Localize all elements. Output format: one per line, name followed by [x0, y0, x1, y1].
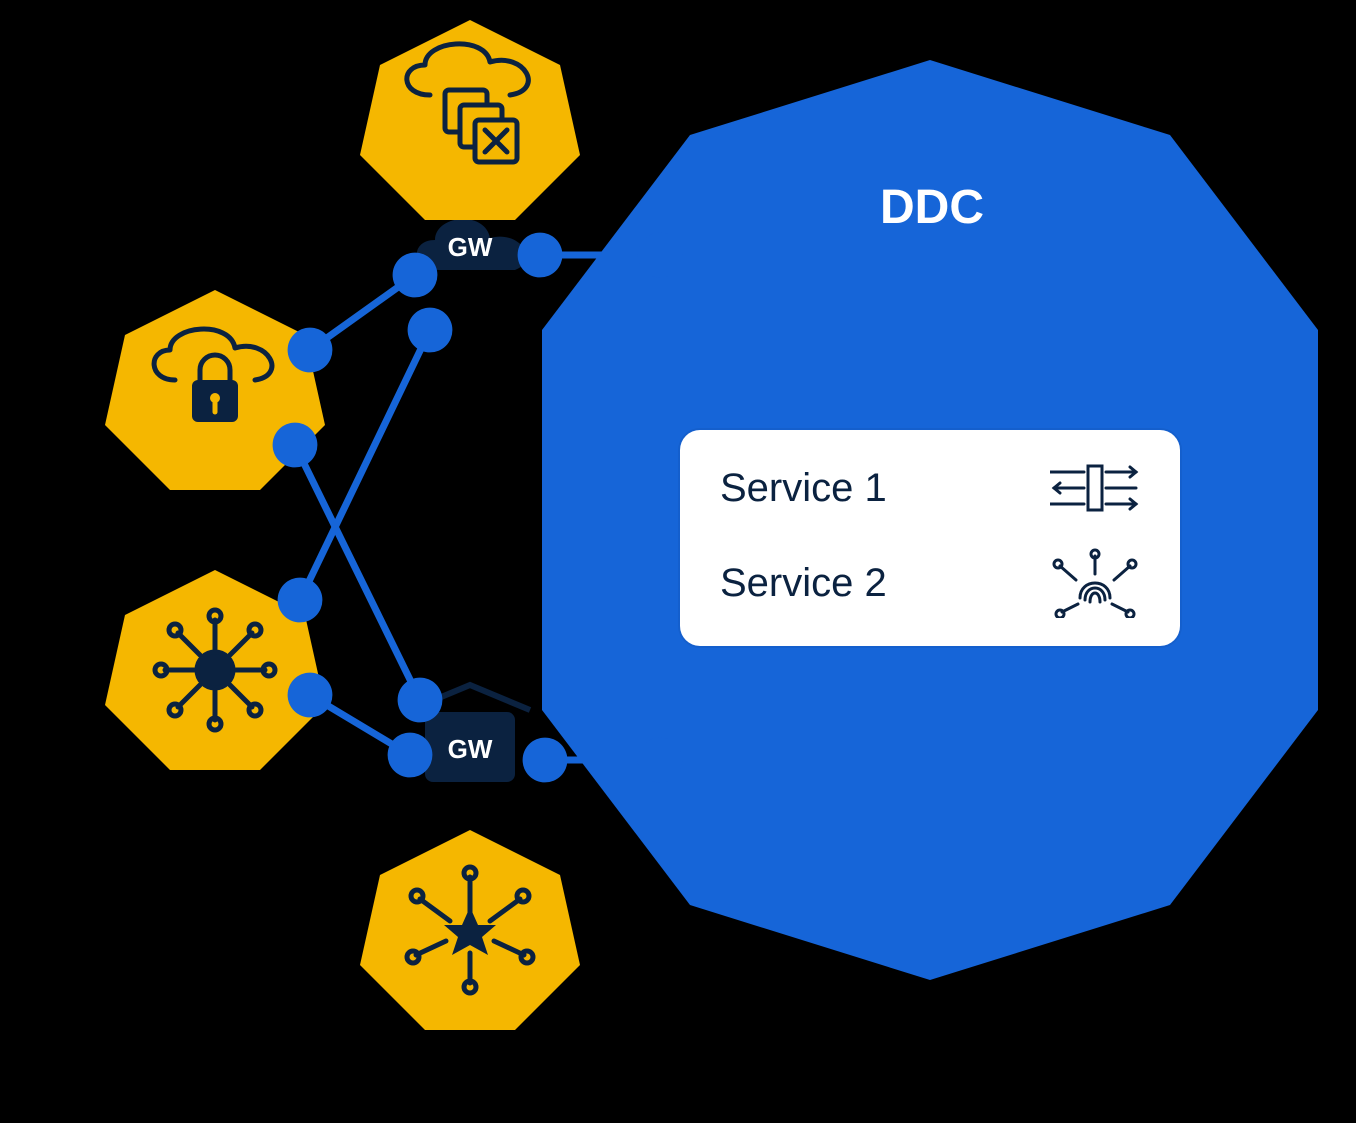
connectors — [0, 0, 1356, 1123]
diagram-stage: DDC Service 1 Service 2 — [0, 0, 1356, 1123]
